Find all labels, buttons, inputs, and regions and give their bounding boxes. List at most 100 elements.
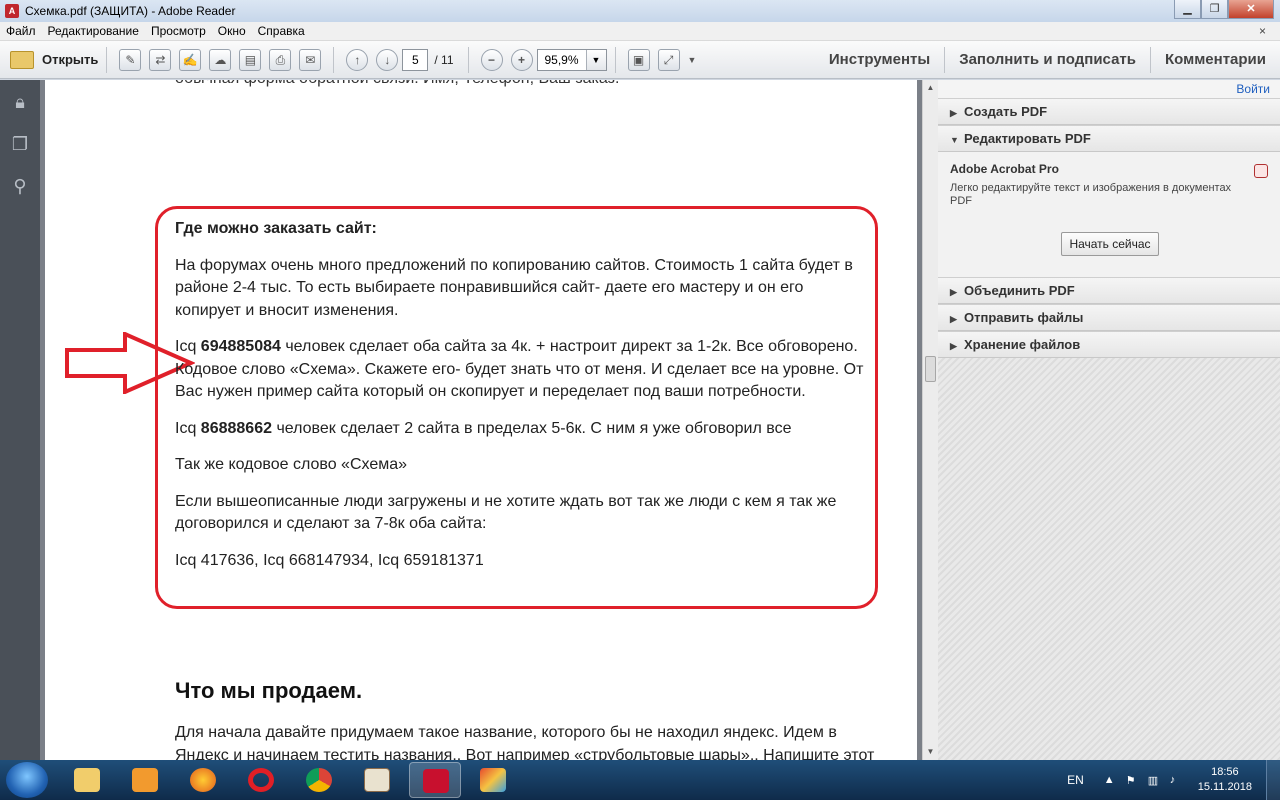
window-title: Схемка.pdf (ЗАЩИТА) - Adobe Reader — [25, 4, 236, 18]
icq-number: 86888662 — [200, 419, 272, 437]
box-heading: Где можно заказать сайт: — [175, 220, 377, 237]
scroll-down-icon[interactable]: ▼ — [923, 744, 938, 760]
firefox-icon[interactable] — [177, 762, 229, 798]
opera-icon[interactable] — [235, 762, 287, 798]
chrome-icon[interactable] — [293, 762, 345, 798]
date: 15.11.2018 — [1197, 781, 1252, 793]
close-button[interactable]: ✕ — [1228, 0, 1274, 19]
open-button[interactable]: Открыть — [10, 50, 99, 69]
menu-view[interactable]: Просмотр — [145, 24, 212, 38]
toolbar-divider — [333, 46, 335, 73]
folder-icon — [10, 50, 34, 69]
start-now-button[interactable]: Начать сейчас — [1061, 232, 1159, 256]
section-label: Хранение файлов — [964, 337, 1081, 352]
scroll-thumb[interactable] — [925, 356, 936, 382]
menu-window[interactable]: Окно — [212, 24, 252, 38]
pages-icon[interactable]: ❐ — [9, 134, 31, 156]
show-hidden-icon[interactable]: ▲ — [1104, 774, 1118, 786]
fit-page-icon[interactable]: ▣ — [627, 48, 650, 71]
scroll-up-icon[interactable]: ▲ — [923, 80, 938, 96]
icq-number: 694885084 — [200, 338, 281, 355]
paragraph: На форумах очень много предложений по ко… — [175, 256, 853, 319]
start-button[interactable] — [6, 762, 48, 798]
next-page-icon[interactable]: ↓ — [376, 48, 399, 71]
section-label: Редактировать PDF — [964, 131, 1091, 146]
section-label: Создать PDF — [964, 104, 1048, 119]
minimize-button[interactable]: ▁ — [1174, 0, 1201, 19]
title-bar: A Схемка.pdf (ЗАЩИТА) - Adobe Reader ▁ ❐… — [0, 0, 1280, 22]
order-info: Где можно заказать сайт: На форумах очен… — [175, 218, 865, 586]
time: 18:56 — [1211, 766, 1239, 778]
clock[interactable]: 18:56 15.11.2018 — [1198, 765, 1252, 795]
explorer-icon[interactable] — [61, 762, 113, 798]
chevron-right-icon: ▶ — [950, 108, 957, 118]
previous-page-icon[interactable]: ↑ — [346, 48, 369, 71]
toolbar-divider — [106, 46, 108, 73]
chevron-right-icon: ▶ — [950, 314, 957, 324]
section-create-pdf[interactable]: ▶ Создать PDF — [938, 98, 1280, 125]
tools-tab[interactable]: Инструменты — [815, 41, 944, 79]
network-icon[interactable]: ▥ — [1148, 774, 1162, 787]
cloud-upload-icon[interactable]: ☁ — [209, 48, 232, 71]
section-file-storage[interactable]: ▶ Хранение файлов — [938, 331, 1280, 358]
toolbar-more-icon[interactable]: ▼ — [688, 55, 697, 65]
paragraph: Если вышеописанные люди загружены и не х… — [175, 492, 837, 533]
section-edit-pdf[interactable]: ▼ Редактировать PDF — [938, 125, 1280, 152]
language-indicator[interactable]: EN — [1067, 773, 1084, 787]
menu-edit[interactable]: Редактирование — [42, 24, 145, 38]
mahjong-icon[interactable] — [351, 762, 403, 798]
print-icon[interactable]: ⎙ — [269, 48, 292, 71]
chevron-right-icon: ▶ — [950, 287, 957, 297]
sign-in-link[interactable]: Войти — [938, 80, 1280, 98]
menu-bar: Файл Редактирование Просмотр Окно Справк… — [0, 22, 1280, 41]
fill-sign-tab[interactable]: Заполнить и подписать — [945, 41, 1150, 79]
comments-tab[interactable]: Комментарии — [1151, 41, 1280, 79]
paragraph: Icq 694885084 человек сделает оба сайта … — [175, 336, 865, 404]
page-total: / 11 — [434, 52, 454, 67]
chevron-right-icon: ▶ — [950, 341, 957, 351]
chevron-down-icon[interactable]: ▼ — [585, 49, 606, 70]
save-icon[interactable]: ▤ — [239, 48, 262, 71]
menu-help[interactable]: Справка — [252, 24, 311, 38]
edit-pdf-content: Adobe Acrobat Pro Легко редактируйте тек… — [938, 152, 1280, 277]
sign-icon[interactable]: ✍ — [179, 48, 202, 71]
lock-icon[interactable]: 🔒︎ — [9, 92, 31, 114]
document-viewport[interactable]: обычная форма обратной связи. Имя, Телеф… — [40, 80, 922, 760]
maximize-button[interactable]: ❐ — [1201, 0, 1228, 19]
zoom-in-icon[interactable]: + — [510, 48, 533, 71]
section-combine-pdf[interactable]: ▶ Объединить PDF — [938, 277, 1280, 304]
paragraph: Icq 417636, Icq 668147934, Icq 659181371 — [175, 551, 484, 569]
chevron-down-icon: ▼ — [950, 135, 959, 145]
text-line: обычная форма обратной связи. Имя, Телеф… — [175, 80, 619, 88]
flag-icon[interactable]: ⚑ — [1126, 774, 1140, 787]
zoom-select[interactable]: 95,9% ▼ — [536, 48, 607, 71]
show-desktop-button[interactable] — [1266, 760, 1280, 800]
page-number-input[interactable]: 5 — [402, 48, 429, 71]
close-document-icon[interactable]: × — [1253, 24, 1272, 38]
toolbar-panels: Инструменты Заполнить и подписать Коммен… — [815, 41, 1280, 79]
zoom-out-icon[interactable]: − — [480, 48, 503, 71]
taskbar: EN ▲ ⚑ ▥ ♪ 18:56 15.11.2018 — [0, 760, 1280, 800]
acrobat-icon — [1254, 164, 1268, 178]
fullscreen-icon[interactable]: ⤢ — [657, 48, 680, 71]
paragraph: Icq 86888662 человек сделает 2 сайта в п… — [175, 418, 865, 441]
section-heading: Что мы продаем. — [175, 678, 363, 703]
adobe-reader-icon[interactable] — [409, 762, 461, 798]
menu-file[interactable]: Файл — [0, 24, 42, 38]
media-player-icon[interactable] — [119, 762, 171, 798]
section-label: Объединить PDF — [964, 283, 1075, 298]
section-send-files[interactable]: ▶ Отправить файлы — [938, 304, 1280, 331]
pdf-convert-icon[interactable]: ⇄ — [149, 48, 172, 71]
vertical-scrollbar[interactable]: ▲ ▼ — [922, 80, 938, 760]
product-description: Легко редактируйте текст и изображения в… — [950, 182, 1232, 207]
attachment-icon[interactable]: ⚲ — [9, 176, 31, 198]
paint-icon[interactable] — [467, 762, 519, 798]
volume-icon[interactable]: ♪ — [1170, 774, 1184, 786]
zoom-value: 95,9% — [544, 52, 579, 67]
open-label: Открыть — [42, 52, 99, 67]
navigation-pane: 🔒︎ ❐ ⚲ — [0, 80, 40, 760]
create-pdf-icon[interactable]: ✎ — [119, 48, 142, 71]
icq-label: Icq — [175, 338, 197, 355]
email-icon[interactable]: ✉ — [299, 48, 322, 71]
pdf-page: обычная форма обратной связи. Имя, Телеф… — [45, 80, 917, 760]
